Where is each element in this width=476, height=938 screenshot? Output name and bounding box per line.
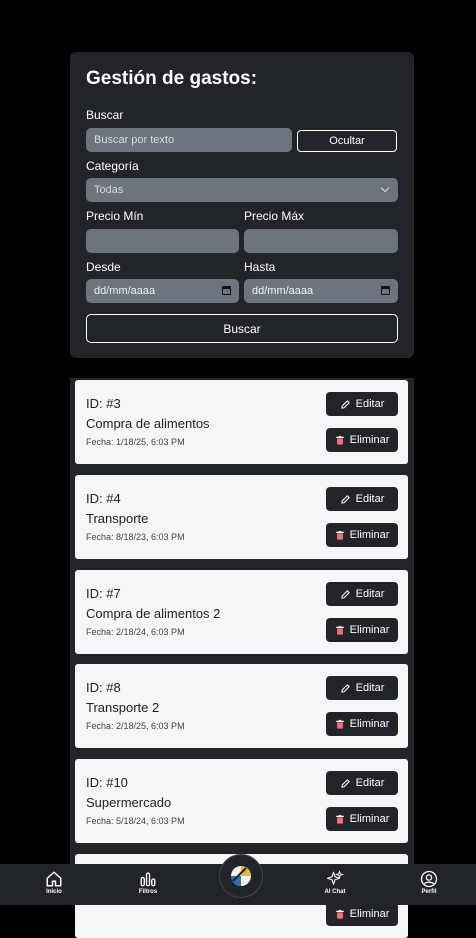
- category-label: Categoría: [86, 159, 139, 173]
- delete-label: Eliminar: [349, 624, 390, 636]
- category-select[interactable]: Todas: [86, 178, 398, 202]
- delete-label: Eliminar: [349, 813, 390, 825]
- edit-label: Editar: [355, 398, 385, 410]
- price-min-input[interactable]: [86, 229, 239, 253]
- expense-date: Fecha: 1/18/25, 6:03 PM: [86, 437, 185, 447]
- app-logo-icon: [231, 866, 251, 886]
- search-button[interactable]: Buscar: [86, 314, 398, 343]
- expense-id: ID: #3: [86, 396, 121, 411]
- expense-card: ID: #4 Transporte Fecha: 8/18/23, 6:03 PM E…: [75, 475, 408, 559]
- expense-name: Supermercado: [86, 795, 172, 810]
- trash-icon: [335, 909, 344, 919]
- pencil-icon: [340, 589, 350, 599]
- home-icon: [46, 871, 62, 887]
- nav-filters[interactable]: Filtros: [118, 864, 178, 905]
- edit-label: Editar: [355, 682, 385, 694]
- expense-date: Fecha: 8/18/23, 6:03 PM: [86, 532, 185, 542]
- nav-ai-chat-label: AI Chat: [324, 889, 346, 895]
- delete-label: Eliminar: [349, 908, 390, 920]
- pencil-icon: [340, 399, 350, 409]
- delete-label: Eliminar: [349, 718, 390, 730]
- price-min-label: Precio Mín: [86, 209, 144, 223]
- edit-button[interactable]: Editar: [326, 582, 398, 606]
- edit-button[interactable]: Editar: [326, 771, 398, 795]
- delete-button[interactable]: Eliminar: [326, 618, 398, 642]
- edit-label: Editar: [355, 777, 385, 789]
- nav-home-label: Inicio: [46, 889, 62, 895]
- expense-name: Compra de alimentos 2: [86, 606, 221, 621]
- expense-name: Transporte 2: [86, 700, 160, 715]
- price-max-input[interactable]: [244, 229, 398, 253]
- bar-chart-icon: [140, 872, 156, 887]
- expense-card: ID: #10 Supermercado Fecha: 5/18/24, 6:03 …: [75, 759, 408, 843]
- edit-label: Editar: [355, 588, 385, 600]
- expense-date: Fecha: 2/18/24, 6:03 PM: [86, 627, 185, 637]
- nav-home[interactable]: Inicio: [24, 864, 84, 905]
- expense-id: ID: #7: [86, 586, 121, 601]
- nav-ai-chat[interactable]: AI Chat: [305, 864, 365, 905]
- edit-button[interactable]: Editar: [326, 392, 398, 416]
- trash-icon: [335, 435, 344, 445]
- from-label: Desde: [86, 260, 121, 274]
- delete-label: Eliminar: [349, 529, 390, 541]
- expense-id: ID: #4: [86, 491, 121, 506]
- delete-button[interactable]: Eliminar: [326, 902, 398, 926]
- expense-name: Compra de alimentos: [86, 416, 210, 431]
- edit-button[interactable]: Editar: [326, 487, 398, 511]
- expense-card: ID: #7 Compra de alimentos 2 Fecha: 2/18/2…: [75, 570, 408, 654]
- expense-card: ID: #3 Compra de alimentos Fecha: 1/18/25,…: [75, 380, 408, 464]
- nav-profile[interactable]: Perfil: [399, 864, 459, 905]
- delete-button[interactable]: Eliminar: [326, 712, 398, 736]
- trash-icon: [335, 719, 344, 729]
- profile-icon: [420, 870, 438, 888]
- calendar-icon[interactable]: [381, 286, 390, 295]
- trash-icon: [335, 530, 344, 540]
- from-date-input[interactable]: dd/mm/aaaa: [86, 279, 239, 303]
- delete-button[interactable]: Eliminar: [326, 428, 398, 452]
- pencil-icon: [340, 683, 350, 693]
- to-date-value: dd/mm/aaaa: [252, 285, 314, 297]
- hide-button[interactable]: Ocultar: [297, 130, 397, 152]
- nav-filters-label: Filtros: [138, 889, 158, 895]
- pencil-icon: [340, 778, 350, 788]
- page-title: Gestión de gastos:: [86, 68, 258, 89]
- calendar-icon[interactable]: [222, 286, 231, 295]
- trash-icon: [335, 625, 344, 635]
- price-max-label: Precio Máx: [244, 209, 305, 223]
- expense-name: Transporte: [86, 511, 149, 526]
- from-date-value: dd/mm/aaaa: [94, 285, 156, 297]
- expense-id: ID: #10: [86, 775, 128, 790]
- chevron-down-icon: [380, 183, 390, 193]
- delete-button[interactable]: Eliminar: [326, 807, 398, 831]
- expense-date: Fecha: 5/18/24, 6:03 PM: [86, 816, 185, 826]
- expense-id: ID: #8: [86, 680, 121, 695]
- trash-icon: [335, 814, 344, 824]
- edit-button[interactable]: Editar: [326, 676, 398, 700]
- to-label: Hasta: [244, 260, 276, 274]
- delete-button[interactable]: Eliminar: [326, 523, 398, 547]
- nav-profile-label: Perfil: [421, 889, 437, 895]
- expense-date: Fecha: 2/18/25, 6:03 PM: [86, 721, 185, 731]
- search-input[interactable]: Buscar por texto: [86, 128, 292, 152]
- expense-card: ID: #8 Transporte 2 Fecha: 2/18/25, 6:03 P…: [75, 664, 408, 748]
- edit-label: Editar: [355, 493, 385, 505]
- search-label: Buscar: [86, 108, 124, 122]
- center-action-button[interactable]: [220, 855, 262, 897]
- pencil-icon: [340, 494, 350, 504]
- sparkles-icon: [326, 870, 344, 885]
- filter-panel: Gestión de gastos: Buscar Buscar por tex…: [70, 52, 414, 358]
- to-date-input[interactable]: dd/mm/aaaa: [244, 279, 398, 303]
- delete-label: Eliminar: [349, 434, 390, 446]
- category-value: Todas: [94, 184, 124, 196]
